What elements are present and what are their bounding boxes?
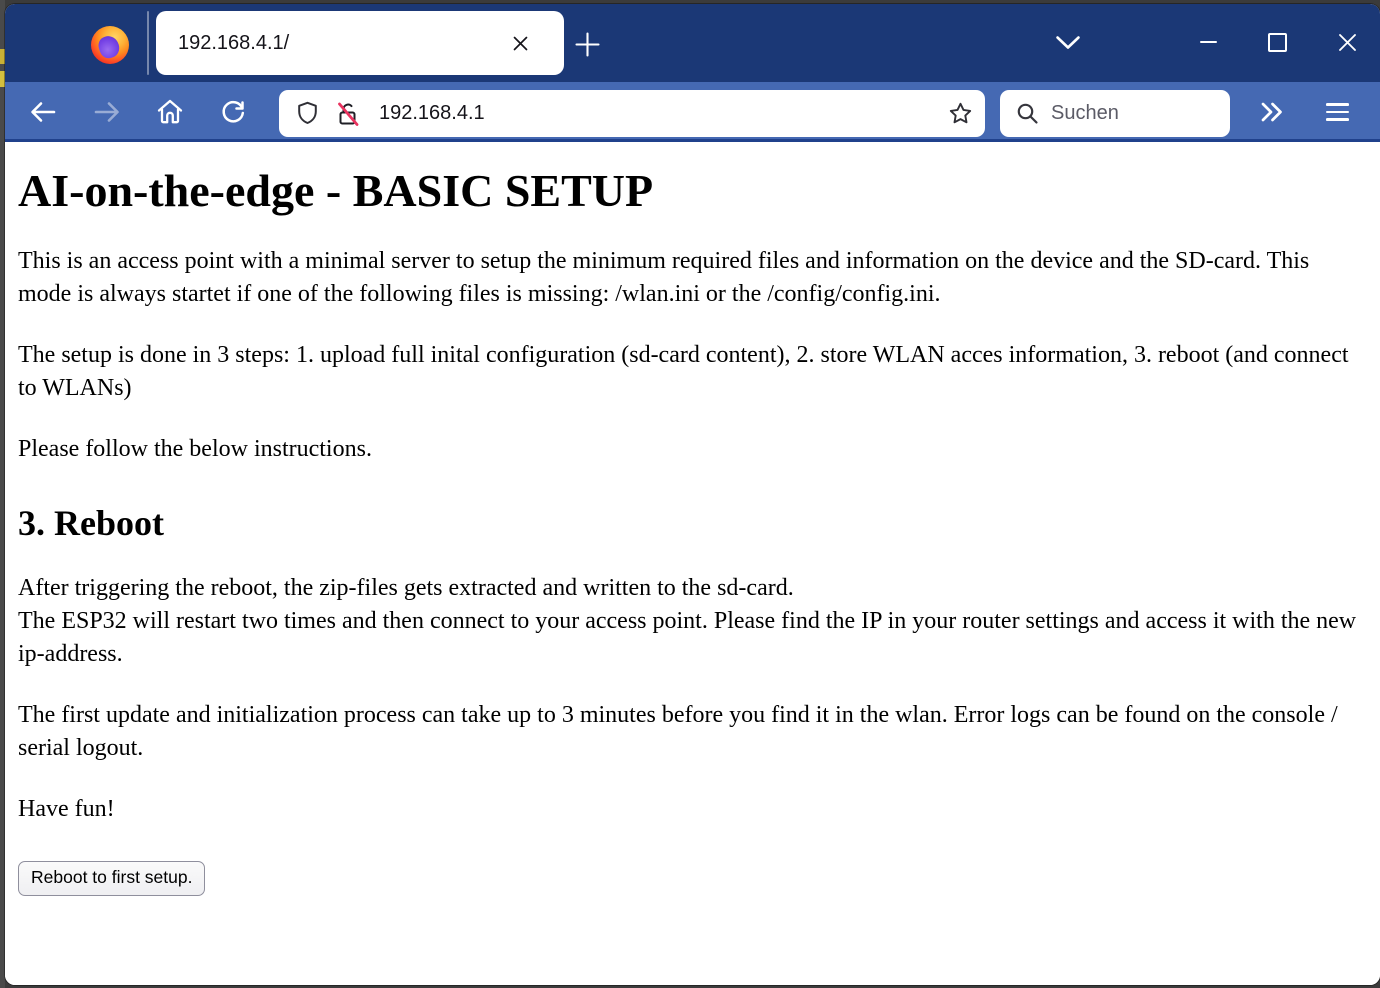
browser-titlebar: 192.168.4.1/: [5, 4, 1380, 82]
browser-window: 192.168.4.1/: [5, 4, 1380, 985]
minimize-icon: [1200, 41, 1217, 43]
window-close-button[interactable]: [1329, 24, 1365, 60]
back-arrow-icon: [28, 97, 58, 127]
search-placeholder: Suchen: [1051, 102, 1119, 125]
tab-separator: [147, 11, 149, 75]
reboot-paragraph-1: After triggering the reboot, the zip-fil…: [18, 572, 1364, 671]
new-tab-button[interactable]: [569, 26, 605, 62]
web-page-content: AI-on-the-edge - BASIC SETUP This is an …: [5, 142, 1380, 985]
bookmark-star-icon[interactable]: [940, 94, 980, 134]
tab-close-icon[interactable]: [500, 23, 540, 63]
double-chevron-icon: [1259, 101, 1285, 123]
page-title: AI-on-the-edge - BASIC SETUP: [18, 164, 1364, 217]
browser-tab[interactable]: 192.168.4.1/: [156, 11, 564, 75]
app-menu-button[interactable]: [1319, 97, 1355, 127]
search-icon: [1015, 101, 1040, 126]
shield-icon[interactable]: [294, 100, 321, 127]
toolbar-overflow-button[interactable]: [1255, 97, 1289, 127]
forward-button[interactable]: [92, 97, 122, 127]
search-input[interactable]: Suchen: [1000, 90, 1230, 137]
reboot-button[interactable]: Reboot to first setup.: [18, 861, 205, 896]
home-button[interactable]: [155, 97, 185, 127]
reload-icon: [218, 97, 248, 127]
close-icon: [1337, 32, 1358, 53]
intro-paragraph-1: This is an access point with a minimal s…: [18, 245, 1364, 311]
section-heading: 3. Reboot: [18, 502, 1364, 544]
reload-button[interactable]: [218, 97, 248, 127]
minimize-button[interactable]: [1190, 24, 1226, 60]
firefox-logo-icon: [91, 26, 129, 64]
back-button[interactable]: [28, 97, 58, 127]
maximize-icon: [1268, 33, 1287, 52]
intro-paragraph-3: Please follow the below instructions.: [18, 433, 1364, 466]
insecure-connection-icon[interactable]: [334, 100, 362, 128]
maximize-button[interactable]: [1259, 24, 1295, 60]
url-text[interactable]: 192.168.4.1: [379, 102, 940, 125]
have-fun-text: Have fun!: [18, 793, 1364, 826]
url-bar[interactable]: 192.168.4.1: [279, 90, 985, 137]
browser-toolbar: 192.168.4.1 Suchen: [5, 82, 1380, 142]
forward-arrow-icon: [92, 97, 122, 127]
reboot-paragraph-2: The first update and initialization proc…: [18, 699, 1364, 765]
home-icon: [155, 97, 185, 127]
tab-title: 192.168.4.1/: [178, 32, 500, 55]
hamburger-icon: [1326, 103, 1349, 106]
intro-paragraph-2: The setup is done in 3 steps: 1. upload …: [18, 339, 1364, 405]
list-all-tabs-button[interactable]: [1051, 28, 1085, 56]
